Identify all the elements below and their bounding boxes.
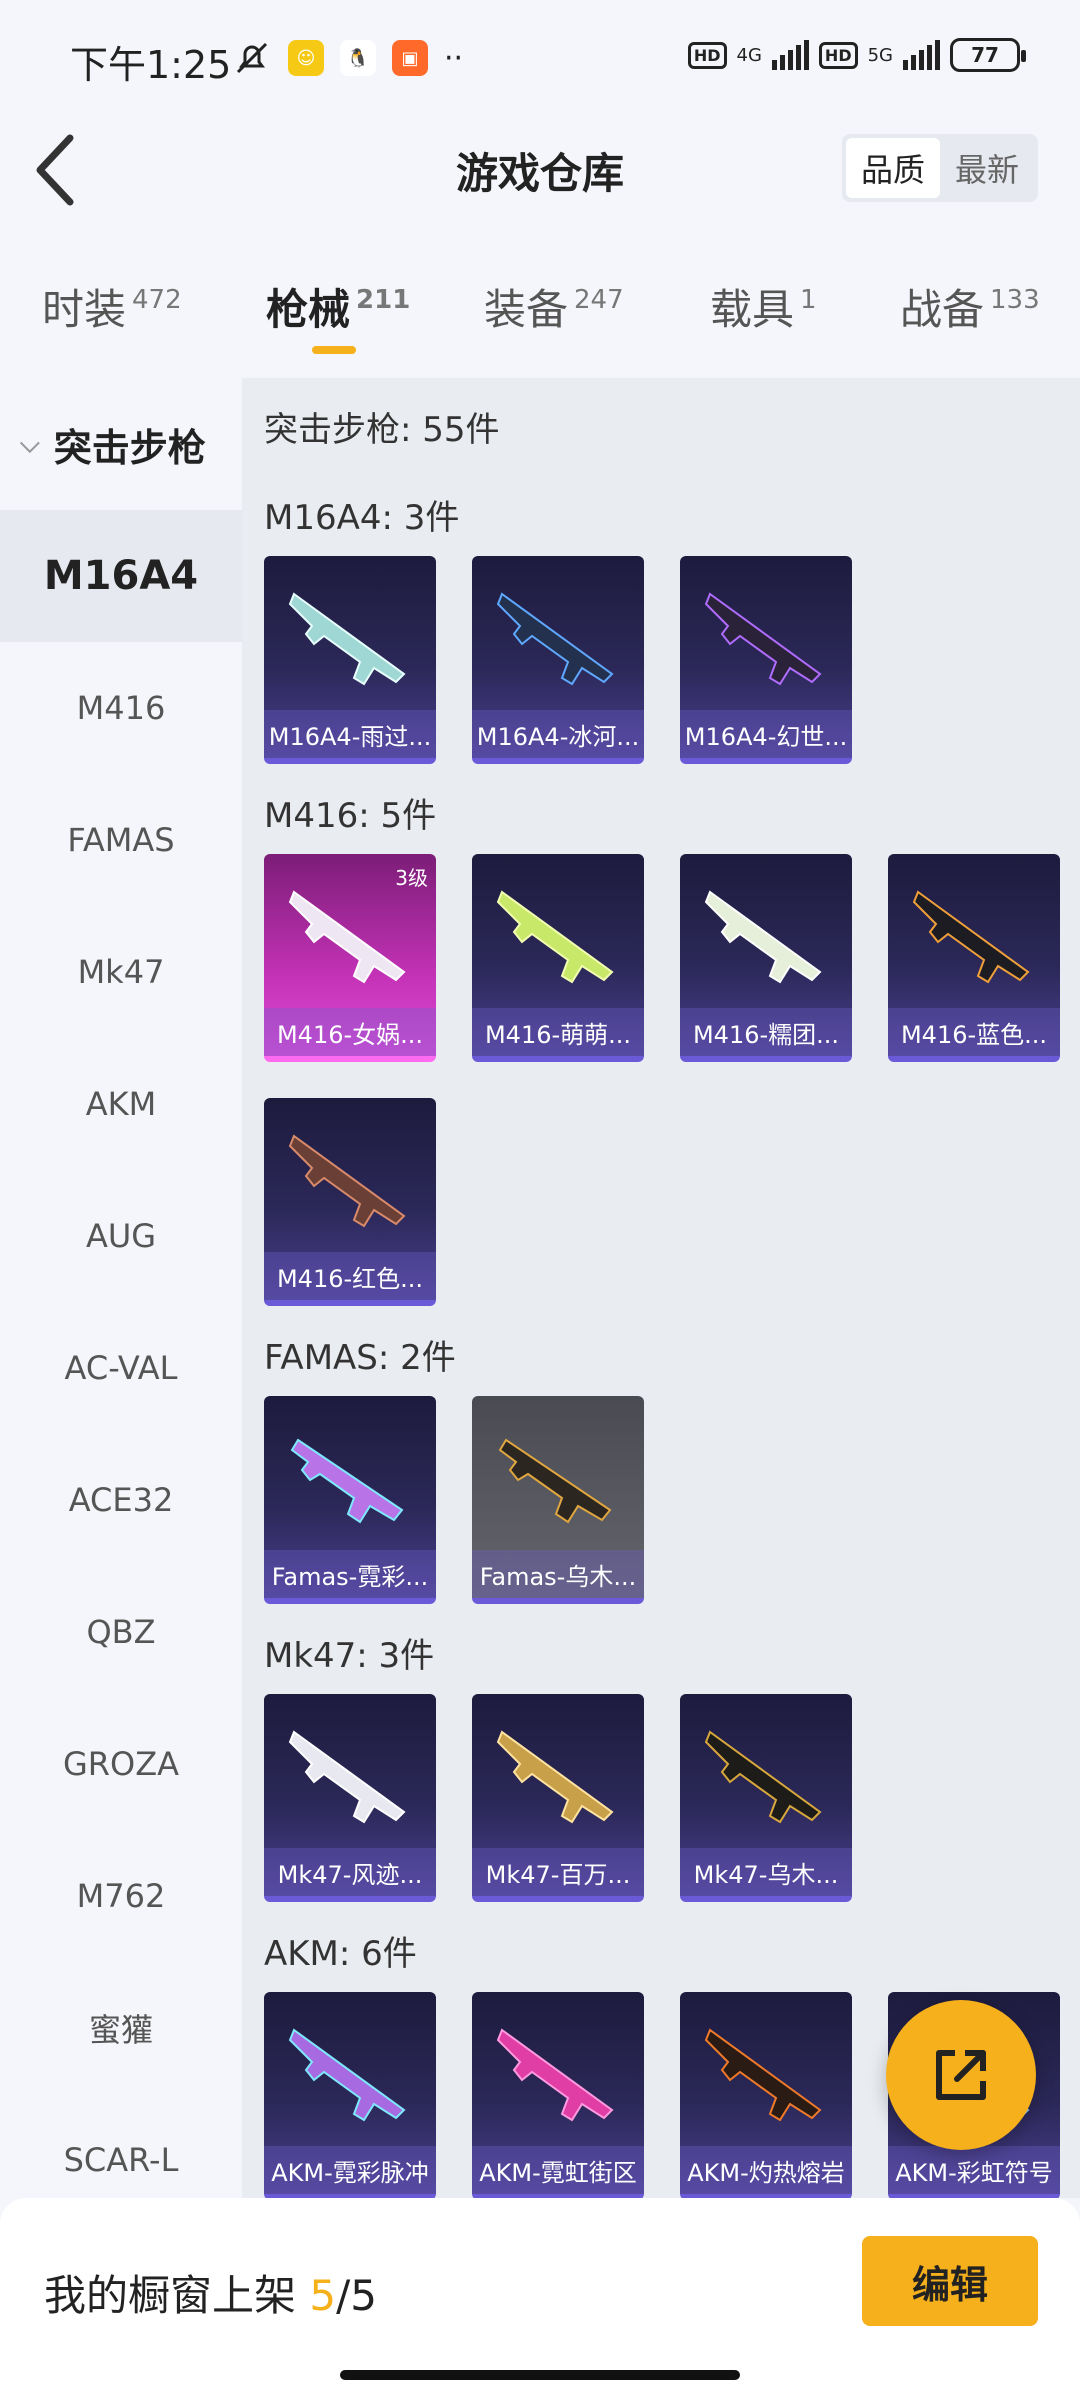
category-tabs: 时装 472 枪械 211 装备 247 载具 1 战备 133 xyxy=(0,250,1080,370)
chevron-down-icon: ⌵ xyxy=(20,428,40,459)
qq-icon: 🐧 xyxy=(340,40,376,76)
header: 游戏仓库 品质 最新 xyxy=(0,110,1080,230)
sort-newest-button[interactable]: 最新 xyxy=(940,138,1034,198)
section-title-akm: AKM: 6件 xyxy=(264,1934,417,1974)
rifle-icon xyxy=(288,592,406,686)
rifle-icon xyxy=(496,890,614,984)
section-title-famas: FAMAS: 2件 xyxy=(264,1338,456,1378)
sidebar-item-famas[interactable]: FAMAS xyxy=(0,774,242,906)
status-bar: 下午1:25 ☺ 🐧 ▣ ·· HD 4G HD 5G 77 xyxy=(0,0,1080,110)
weapon-card[interactable]: M416-蓝色... xyxy=(888,854,1060,1062)
weapon-card[interactable]: Famas-乌木... xyxy=(472,1396,644,1604)
tab-guns[interactable]: 枪械 211 xyxy=(266,276,410,337)
sidebar-item-m16a4[interactable]: M16A4 xyxy=(0,510,242,642)
tab-supplies[interactable]: 战备 133 xyxy=(900,276,1040,337)
rifle-icon xyxy=(498,1438,612,1524)
sidebar-item-ace32[interactable]: ACE32 xyxy=(0,1434,242,1566)
category-count: 突击步枪: 55件 xyxy=(264,410,500,450)
weapon-card[interactable]: Mk47-百万... xyxy=(472,1694,644,1902)
sidebar-item-akm[interactable]: AKM xyxy=(0,1038,242,1170)
weapon-card[interactable]: AKM-霓虹街区 xyxy=(472,1992,644,2198)
showcase-total: /5 xyxy=(336,2271,377,2320)
network-type-2: 5G xyxy=(867,44,893,66)
weapon-card[interactable]: Famas-霓彩... xyxy=(264,1396,436,1604)
sort-quality-button[interactable]: 品质 xyxy=(846,138,940,198)
rifle-icon xyxy=(288,1134,406,1228)
rifle-icon xyxy=(290,1438,404,1524)
status-time: 下午1:25 xyxy=(70,43,232,87)
weapon-card[interactable]: M16A4-冰河... xyxy=(472,556,644,764)
signal-icon xyxy=(771,40,809,70)
edit-button[interactable]: 编辑 xyxy=(862,2236,1038,2326)
external-link-icon xyxy=(936,2050,986,2100)
signal-icon-2 xyxy=(903,40,940,70)
weapon-card[interactable]: AKM-灼热熔岩 xyxy=(680,1992,852,2198)
tab-equipment[interactable]: 装备 247 xyxy=(484,276,624,337)
weapon-card[interactable]: 3级 M416-女娲... xyxy=(264,854,436,1062)
hd-icon: HD xyxy=(687,41,727,69)
battery-icon: 77 xyxy=(950,38,1026,72)
bottom-bar: 我的橱窗上架 5/5 编辑 xyxy=(0,2198,1080,2400)
app-notification-icon: ☺ xyxy=(288,40,324,76)
hd-icon-2: HD xyxy=(818,41,858,69)
home-indicator[interactable] xyxy=(340,2370,740,2380)
weapon-card[interactable]: Mk47-风迹... xyxy=(264,1694,436,1902)
rifle-icon xyxy=(288,890,406,984)
tab-fashion[interactable]: 时装 472 xyxy=(42,276,182,337)
section-title-mk47: Mk47: 3件 xyxy=(264,1636,435,1676)
rifle-icon xyxy=(496,592,614,686)
weapon-list: 突击步枪: 55件 M16A4: 3件 M16A4-雨过... M16A4-冰河… xyxy=(242,378,1080,2198)
sidebar-item-groza[interactable]: GROZA xyxy=(0,1698,242,1830)
showcase-label: 我的橱窗上架 5/5 xyxy=(44,2271,377,2320)
rifle-icon xyxy=(704,1730,822,1824)
weapon-card[interactable]: M416-糯团... xyxy=(680,854,852,1062)
rifle-icon xyxy=(288,1730,406,1824)
weapon-card[interactable]: M16A4-雨过... xyxy=(264,556,436,764)
section-title-m16a4: M16A4: 3件 xyxy=(264,498,460,538)
sidebar-item-m762[interactable]: M762 xyxy=(0,1830,242,1962)
sort-toggle: 品质 最新 xyxy=(842,134,1038,202)
sidebar-item-mk47[interactable]: Mk47 xyxy=(0,906,242,1038)
weapon-card[interactable]: M416-红色... xyxy=(264,1098,436,1306)
more-notifications-icon: ·· xyxy=(444,40,464,76)
sidebar-group-assault-rifles[interactable]: ⌵ 突击步枪 xyxy=(0,378,242,510)
battery-level: 77 xyxy=(971,43,999,67)
sidebar-item-ac-val[interactable]: AC-VAL xyxy=(0,1302,242,1434)
network-type-1: 4G xyxy=(736,44,762,66)
weapon-card[interactable]: Mk47-乌木... xyxy=(680,1694,852,1902)
rifle-icon xyxy=(912,890,1030,984)
weapon-card[interactable]: AKM-霓彩脉冲 xyxy=(264,1992,436,2198)
showcase-current: 5 xyxy=(309,2271,337,2320)
rifle-icon xyxy=(496,1730,614,1824)
weapon-card[interactable]: M416-萌萌... xyxy=(472,854,644,1062)
share-button[interactable] xyxy=(886,2000,1036,2150)
mute-bell-icon xyxy=(236,42,268,74)
sidebar-item-honey-badger[interactable]: 蜜獾 xyxy=(0,1962,242,2094)
rifle-icon xyxy=(288,2028,406,2122)
tab-vehicles[interactable]: 载具 1 xyxy=(710,276,817,337)
rifle-icon xyxy=(496,2028,614,2122)
sidebar-item-m416[interactable]: M416 xyxy=(0,642,242,774)
sidebar-item-aug[interactable]: AUG xyxy=(0,1170,242,1302)
weapon-card[interactable]: M16A4-幻世... xyxy=(680,556,852,764)
rifle-icon xyxy=(704,2028,822,2122)
sidebar-item-qbz[interactable]: QBZ xyxy=(0,1566,242,1698)
rifle-icon xyxy=(704,592,822,686)
active-tab-indicator xyxy=(312,346,356,354)
shop-notification-icon: ▣ xyxy=(392,40,428,76)
section-title-m416: M416: 5件 xyxy=(264,796,437,836)
rifle-icon xyxy=(704,890,822,984)
weapon-sidebar: ⌵ 突击步枪 M16A4 M416 FAMAS Mk47 AKM AUG AC-V… xyxy=(0,378,242,2198)
